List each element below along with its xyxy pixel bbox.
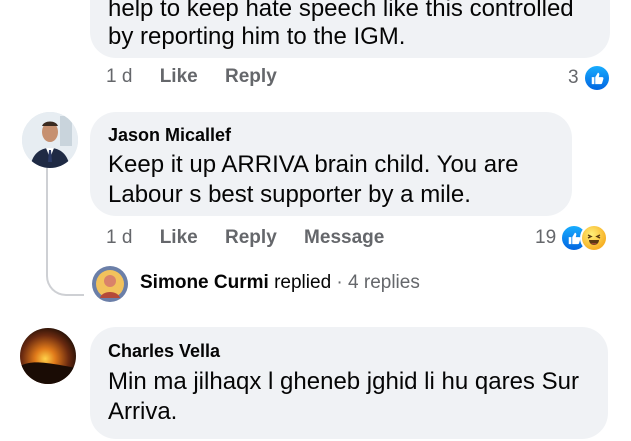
profile-photo <box>92 266 128 302</box>
comment-text-line: Arriva. <box>108 398 178 425</box>
comment-actions: 1 d Like Reply <box>106 66 277 88</box>
replied-label: replied <box>274 272 332 293</box>
avatar[interactable] <box>22 112 78 168</box>
comment-bubble: Charles Vella Min ma jilhaqx l gheneb jg… <box>90 327 608 439</box>
comment-text-line: Labour s best supporter by a mile. <box>108 181 471 208</box>
reaction-count: 19 <box>535 227 557 248</box>
comment-text-line: help to keep hate speech like this contr… <box>108 0 574 22</box>
like-icon <box>582 64 611 92</box>
comment-text-line: by reporting him to the IGM. <box>108 23 406 50</box>
comment-text-line: Min ma jilhaqx l gheneb jghid li hu qare… <box>108 368 579 395</box>
replies-separator: · <box>336 272 343 293</box>
haha-icon <box>580 224 609 252</box>
avatar[interactable] <box>20 328 76 384</box>
comment-timestamp[interactable]: 1 d <box>106 66 132 87</box>
comment-text-line: Keep it up ARRIVA brain child. You are <box>108 151 519 178</box>
reply-author[interactable]: Simone Curmi <box>140 272 269 293</box>
profile-photo <box>20 328 76 384</box>
comment-bubble: help to keep hate speech like this contr… <box>90 0 610 58</box>
thread-connector-line <box>46 152 84 296</box>
reaction-summary[interactable]: 3 <box>568 64 611 92</box>
reply-button[interactable]: Reply <box>225 227 277 248</box>
reply-button[interactable]: Reply <box>225 66 277 87</box>
comment-author[interactable]: Jason Micallef <box>108 125 231 146</box>
reaction-count: 3 <box>568 67 579 88</box>
reaction-summary[interactable]: 19 <box>535 224 609 252</box>
avatar[interactable] <box>92 266 128 302</box>
view-replies-link[interactable]: Simone Curmi replied · 4 replies <box>140 272 420 294</box>
comments-section: help to keep hate speech like this contr… <box>0 0 631 441</box>
reply-count[interactable]: 4 replies <box>348 272 420 293</box>
comment-bubble: Jason Micallef Keep it up ARRIVA brain c… <box>90 112 572 216</box>
comment-actions: 1 d Like Reply Message <box>106 227 384 249</box>
profile-photo <box>22 112 78 168</box>
like-button[interactable]: Like <box>160 66 198 87</box>
comment-timestamp[interactable]: 1 d <box>106 227 132 248</box>
like-button[interactable]: Like <box>160 227 198 248</box>
comment-author[interactable]: Charles Vella <box>108 341 220 362</box>
message-button[interactable]: Message <box>304 227 384 248</box>
